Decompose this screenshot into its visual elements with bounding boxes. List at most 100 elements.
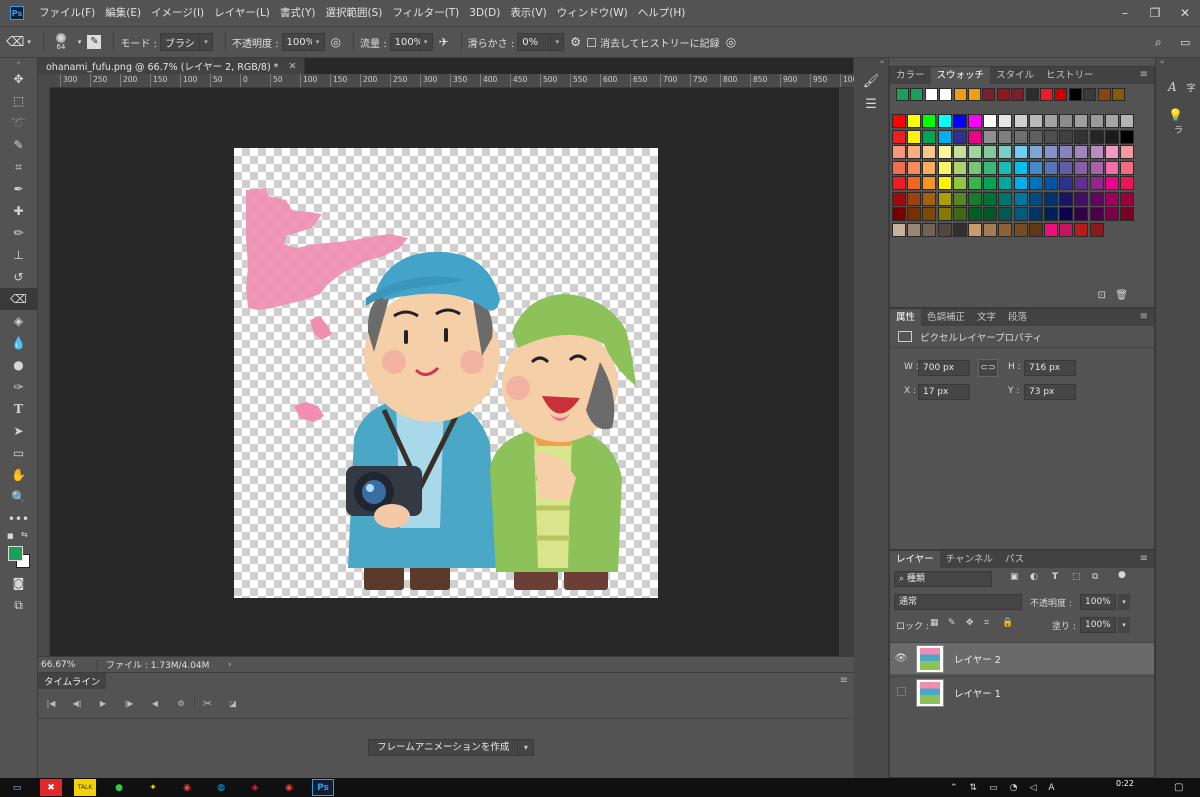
chevron-up-icon[interactable]: ⌃: [950, 783, 958, 793]
swatch[interactable]: [1028, 176, 1043, 190]
swatch[interactable]: [998, 114, 1013, 128]
next-frame-icon[interactable]: |▶: [116, 699, 142, 708]
quick-select-tool-icon[interactable]: ✎: [0, 134, 37, 156]
filter-shape-icon[interactable]: ⬚: [1072, 572, 1081, 582]
recent-swatch[interactable]: [1097, 88, 1111, 101]
zoom-level[interactable]: 66.67%: [38, 659, 98, 670]
opacity-input[interactable]: 100%: [281, 33, 315, 51]
tab-adjustments[interactable]: 色調補正: [921, 309, 971, 326]
tab-swatches[interactable]: スウォッチ: [930, 67, 991, 84]
recent-swatch[interactable]: [1011, 88, 1025, 101]
panel-menu-icon[interactable]: ≡: [1140, 553, 1148, 564]
swatch[interactable]: [907, 145, 922, 159]
recent-swatch[interactable]: [924, 88, 938, 101]
network-icon[interactable]: ⇅: [970, 783, 978, 793]
app-line-icon[interactable]: ●: [108, 779, 130, 796]
blur-tool-icon[interactable]: 💧: [0, 332, 37, 354]
prev-frame-icon[interactable]: ◀|: [64, 699, 90, 708]
pressure-size-toggle[interactable]: ◎: [726, 35, 736, 49]
chevron-down-icon[interactable]: ▾: [1118, 617, 1130, 633]
chrome-icon[interactable]: ◉: [176, 779, 198, 796]
app-game-icon[interactable]: ✦: [142, 779, 164, 796]
tab-character[interactable]: 文字: [971, 309, 1002, 326]
pressure-opacity-toggle[interactable]: ◎: [331, 35, 341, 49]
swatch[interactable]: [1028, 222, 1043, 237]
character-panel-button[interactable]: A 字: [1156, 80, 1200, 94]
swatch[interactable]: [892, 191, 906, 206]
settings-icon[interactable]: ⚙: [168, 699, 194, 708]
explorer-icon[interactable]: ▭: [6, 779, 28, 796]
lock-position-icon[interactable]: ✥: [966, 618, 974, 628]
delete-swatch-icon[interactable]: 🗑: [1115, 290, 1128, 301]
swatch[interactable]: [892, 114, 906, 128]
swatch[interactable]: [1028, 191, 1043, 206]
paint-bucket-tool-icon[interactable]: ◈: [0, 310, 37, 332]
brush-caret[interactable]: ▾: [78, 38, 82, 46]
layer-row[interactable]: レイヤー 1: [890, 676, 1154, 708]
dodge-tool-icon[interactable]: ●: [0, 354, 37, 376]
swatch[interactable]: [1089, 207, 1104, 221]
swatch[interactable]: [922, 207, 937, 221]
status-menu-icon[interactable]: ›: [228, 660, 232, 670]
swatch[interactable]: [1074, 129, 1089, 144]
brush-settings-panel-icon[interactable]: ☰: [854, 97, 888, 112]
swatch[interactable]: [1028, 129, 1043, 144]
swatch[interactable]: [1104, 176, 1119, 190]
swatch[interactable]: [907, 207, 922, 221]
swatch[interactable]: [1074, 191, 1089, 206]
swatch[interactable]: [1013, 114, 1028, 128]
marquee-tool-icon[interactable]: ⬚: [0, 90, 37, 112]
swatch[interactable]: [952, 145, 967, 159]
swatch[interactable]: [983, 145, 998, 159]
swatch[interactable]: [1059, 176, 1074, 190]
swatch[interactable]: [922, 145, 937, 159]
swatch[interactable]: [1013, 176, 1028, 190]
blend-mode-select[interactable]: 通常: [894, 594, 1022, 610]
chevron-down-icon[interactable]: ▾: [311, 33, 325, 51]
erase-to-history-checkbox[interactable]: 消去してヒストリーに記録: [586, 35, 720, 50]
minimize-icon[interactable]: –: [1110, 0, 1140, 26]
swatch[interactable]: [968, 129, 982, 144]
flow-input[interactable]: 100%: [389, 33, 423, 51]
vertical-scrollbar[interactable]: [839, 88, 853, 658]
swatch[interactable]: [983, 191, 998, 206]
app-x-icon[interactable]: ✖: [40, 779, 62, 796]
menu-type[interactable]: 書式(Y): [275, 0, 321, 26]
stamp-tool-icon[interactable]: ⊥: [0, 244, 37, 266]
swatch[interactable]: [998, 160, 1013, 175]
lock-image-icon[interactable]: ✎: [948, 618, 956, 628]
screen-mode-icon[interactable]: ⧉: [0, 594, 37, 616]
battery-icon[interactable]: ▭: [989, 783, 998, 793]
filter-toggle-icon[interactable]: ●: [1118, 570, 1126, 580]
swatch[interactable]: [922, 191, 937, 206]
swatch[interactable]: [998, 191, 1013, 206]
swatch[interactable]: [1089, 160, 1104, 175]
layer-name[interactable]: レイヤー 1: [954, 686, 1001, 700]
tab-paths[interactable]: パス: [999, 551, 1030, 568]
swatch[interactable]: [1013, 191, 1028, 206]
layer-filter-select[interactable]: ⌕ 種類: [894, 571, 992, 587]
transition-icon[interactable]: ◪: [220, 699, 246, 708]
swatch[interactable]: [937, 191, 952, 206]
swatch[interactable]: [968, 191, 982, 206]
swatch[interactable]: [1013, 222, 1028, 237]
swatch[interactable]: [952, 160, 967, 175]
chevron-down-icon[interactable]: ▾: [199, 33, 213, 51]
swatch[interactable]: [922, 114, 937, 128]
swatch[interactable]: [1044, 160, 1058, 175]
swatch[interactable]: [1074, 207, 1089, 221]
mode-select[interactable]: ブラシ: [159, 33, 200, 51]
layer-name[interactable]: レイヤー 2: [954, 652, 1001, 666]
tab-layers[interactable]: レイヤー: [890, 551, 940, 568]
swatch[interactable]: [907, 191, 922, 206]
swatch[interactable]: [952, 222, 967, 237]
swatch[interactable]: [907, 129, 922, 144]
recent-swatch[interactable]: [896, 88, 909, 101]
recent-swatch[interactable]: [1083, 88, 1097, 101]
swatch[interactable]: [1074, 114, 1089, 128]
swatch[interactable]: [1059, 160, 1074, 175]
swatch[interactable]: [1074, 176, 1089, 190]
swatch[interactable]: [1089, 176, 1104, 190]
audio-icon[interactable]: ◀: [142, 699, 168, 708]
lock-transparent-icon[interactable]: ▦: [930, 618, 939, 628]
